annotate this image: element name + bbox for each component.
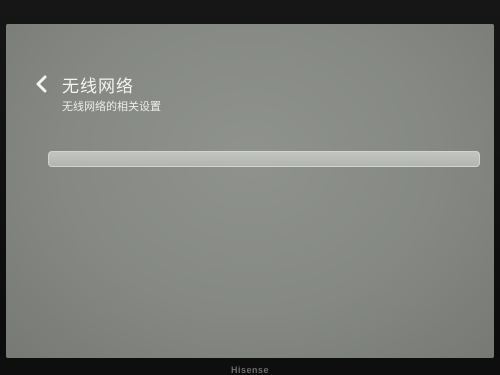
back-chevron-icon[interactable] <box>34 75 48 93</box>
tv-frame: 无线网络 无线网络的相关设置 Hisense <box>0 0 500 375</box>
page-subtitle: 无线网络的相关设置 <box>62 100 161 113</box>
tv-bottom-bezel: Hisense <box>0 358 500 375</box>
settings-screen: 无线网络 无线网络的相关设置 <box>6 24 494 358</box>
brand-logo: Hisense <box>230 365 270 375</box>
page-title: 无线网络 <box>62 77 134 97</box>
wifi-settings-bar[interactable] <box>48 151 480 167</box>
